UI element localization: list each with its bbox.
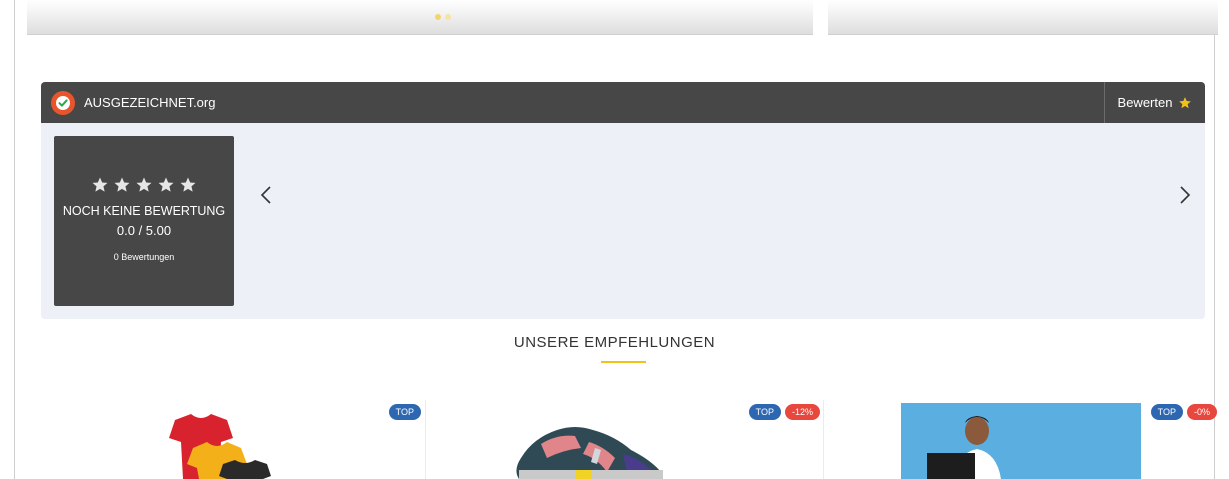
checkmark-seal-icon[interactable] (51, 90, 75, 115)
product-image-sneaker[interactable] (511, 424, 671, 479)
rate-button-label: Bewerten (1117, 95, 1173, 110)
badge-top: TOP (388, 404, 421, 420)
banner-image-right (828, 0, 1218, 35)
product-image-tshirts[interactable] (157, 414, 287, 479)
product-image-person-laptop[interactable] (901, 403, 1141, 479)
star-icon (180, 177, 196, 192)
rating-summary: NOCH KEINE BEWERTUNG 0.0 / 5.00 0 Bewert… (54, 136, 234, 306)
chevron-right-icon (1180, 186, 1191, 204)
star-icon (1179, 96, 1192, 108)
badge-discount: -0% (1186, 404, 1217, 420)
review-widget-header: AUSGEZEICHNET.org Bewerten (41, 82, 1205, 123)
brand-name[interactable]: AUSGEZEICHNET.org (84, 95, 215, 110)
rating-count: 0 Bewertungen (113, 252, 175, 262)
banner-image-left (27, 0, 813, 35)
star-icon (92, 177, 108, 192)
page-edge-left (0, 0, 15, 479)
review-widget: AUSGEZEICHNET.org Bewerten NOCH KEINE BE… (41, 82, 1205, 319)
product-card[interactable]: TOP (27, 400, 423, 479)
product-card[interactable]: TOP -12% (425, 400, 822, 479)
star-icon (136, 177, 152, 192)
badge-top: TOP (1150, 404, 1183, 420)
product-badges: TOP (388, 404, 421, 420)
rating-stars (54, 176, 234, 194)
no-rating-text: NOCH KEINE BEWERTUNG (62, 204, 226, 218)
product-badges: TOP -12% (748, 404, 820, 420)
star-icon (114, 177, 130, 192)
badge-top: TOP (748, 404, 781, 420)
rate-button[interactable]: Bewerten (1104, 82, 1205, 123)
slider-dots (435, 14, 451, 20)
product-card[interactable]: TOP -0% (823, 400, 1219, 479)
chevron-left-icon (260, 186, 271, 204)
section-title: UNSERE EMPFEHLUNGEN (513, 334, 716, 351)
carousel-next-button[interactable] (1173, 178, 1197, 212)
product-badges: TOP -0% (1150, 404, 1217, 420)
star-icon (158, 177, 174, 192)
title-underline (601, 361, 646, 363)
badge-discount: -12% (784, 404, 820, 420)
rating-score: 0.0 / 5.00 (116, 223, 172, 238)
carousel-prev-button[interactable] (254, 178, 278, 212)
